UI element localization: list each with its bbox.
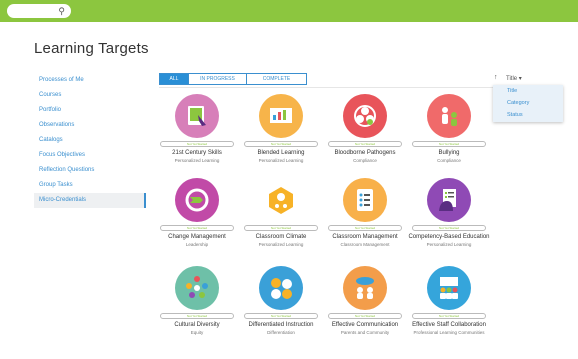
credential-card[interactable]: Not Yet Started Change Management Leader… <box>152 178 242 248</box>
sort-option-category[interactable]: Category <box>493 98 563 109</box>
card-category: Differentiation <box>267 330 295 335</box>
filter-complete-tab[interactable]: COMPLETE <box>247 73 307 85</box>
sidebar-item-group-tasks[interactable]: Group Tasks <box>34 178 146 193</box>
touchscreen-icon <box>175 94 219 138</box>
sidebar-item-processes-of-me[interactable]: Processes of Me <box>34 73 146 88</box>
cycle-arrows-icon <box>175 178 219 222</box>
status-badge: Not Yet Started <box>160 313 234 319</box>
status-badge: Not Yet Started <box>160 225 234 231</box>
sidebar-item-focus-objectives[interactable]: Focus Objectives <box>34 148 146 163</box>
card-title: Change Management <box>168 234 226 240</box>
status-badge: Not Yet Started <box>328 225 402 231</box>
card-category: Compliance <box>437 158 461 163</box>
speech-people-icon <box>343 266 387 310</box>
status-badge: Not Yet Started <box>244 313 318 319</box>
card-category: Personalized Learning <box>258 158 304 163</box>
diverse-people-icon <box>175 266 219 310</box>
card-category: Parents and Community <box>340 330 390 335</box>
credential-card[interactable]: Not Yet Started Differentiated Instructi… <box>236 266 326 336</box>
credential-card[interactable]: Not Yet Started Bloodborne Pathogens Com… <box>320 94 410 164</box>
sun-hexagon-icon <box>259 178 303 222</box>
sidebar-item-reflection-questions[interactable]: Reflection Questions <box>34 163 146 178</box>
sidebar-item-portfolio[interactable]: Portfolio <box>34 103 146 118</box>
sort-menu: Title Category Status <box>493 85 563 122</box>
sidebar-item-observations[interactable]: Observations <box>34 118 146 133</box>
credential-card[interactable]: Not Yet Started Blended Learning Persona… <box>236 94 326 164</box>
heads-icon <box>259 266 303 310</box>
card-title: Competency-Based Education <box>408 234 490 240</box>
biohazard-icon <box>343 94 387 138</box>
filter-all-tab[interactable]: ALL <box>159 73 189 85</box>
card-title: Differentiated Instruction <box>248 322 314 328</box>
credential-card[interactable]: Not Yet Started Effective Communication … <box>320 266 410 336</box>
filter-in-progress-tab[interactable]: IN PROGRESS <box>189 73 247 85</box>
status-badge: Not Yet Started <box>244 225 318 231</box>
card-category: Personalized Learning <box>258 242 304 247</box>
card-category: Classroom Management <box>340 242 390 247</box>
credential-card[interactable]: Not Yet Started Classroom Management Cla… <box>320 178 410 248</box>
credential-card[interactable]: Not Yet Started Bullying Compliance <box>404 94 494 164</box>
credential-card[interactable]: Not Yet Started 21st Century Skills Pers… <box>152 94 242 164</box>
credential-card[interactable]: Not Yet Started Classroom Climate Person… <box>236 178 326 248</box>
divider <box>159 87 529 88</box>
sort-direction-icon[interactable]: ↑ <box>494 74 498 81</box>
card-title: Classroom Climate <box>255 234 307 240</box>
status-badge: Not Yet Started <box>412 225 486 231</box>
page-title: Learning Targets <box>34 40 149 57</box>
sidebar-item-micro-credentials[interactable]: Micro-Credentials <box>34 193 146 208</box>
status-filter-tabs: ALL IN PROGRESS COMPLETE <box>159 73 307 85</box>
card-title: Bullying <box>438 150 460 156</box>
credential-card[interactable]: Not Yet Started Effective Staff Collabor… <box>404 266 494 336</box>
team-board-icon <box>427 266 471 310</box>
status-badge: Not Yet Started <box>244 141 318 147</box>
head-checklist-icon <box>427 178 471 222</box>
status-badge: Not Yet Started <box>412 141 486 147</box>
card-title: Bloodborne Pathogens <box>334 150 396 156</box>
status-badge: Not Yet Started <box>328 313 402 319</box>
card-title: Effective Staff Collaboration <box>412 322 486 328</box>
card-category: Personalized Learning <box>426 242 472 247</box>
card-title: Effective Communication <box>331 322 399 328</box>
status-badge: Not Yet Started <box>328 141 402 147</box>
card-category: Personalized Learning <box>174 158 220 163</box>
status-badge: Not Yet Started <box>412 313 486 319</box>
people-conflict-icon <box>427 94 471 138</box>
card-category: Professional Learning Communities <box>413 330 485 335</box>
sort-option-status[interactable]: Status <box>493 110 563 121</box>
card-title: Classroom Management <box>332 234 398 240</box>
sort-dropdown[interactable]: Title ▾ <box>506 75 522 82</box>
card-title: Cultural Diversity <box>174 322 220 328</box>
card-category: Leadership <box>185 242 209 247</box>
card-title: Blended Learning <box>257 150 305 156</box>
sidebar: Processes of Me Courses Portfolio Observ… <box>34 73 146 208</box>
sort-option-title[interactable]: Title <box>493 86 563 97</box>
top-bar: ⚲ <box>0 0 578 22</box>
card-category: Equity <box>190 330 204 335</box>
credential-card[interactable]: Not Yet Started Cultural Diversity Equit… <box>152 266 242 336</box>
chart-board-icon <box>259 94 303 138</box>
sidebar-item-catalogs[interactable]: Catalogs <box>34 133 146 148</box>
sidebar-item-courses[interactable]: Courses <box>34 88 146 103</box>
search-icon[interactable]: ⚲ <box>58 5 65 17</box>
search-input[interactable]: ⚲ <box>7 4 71 18</box>
status-badge: Not Yet Started <box>160 141 234 147</box>
card-category: Compliance <box>353 158 377 163</box>
card-title: 21st Century Skills <box>172 150 222 156</box>
credential-card[interactable]: Not Yet Started Competency-Based Educati… <box>404 178 494 248</box>
checklist-icon <box>343 178 387 222</box>
